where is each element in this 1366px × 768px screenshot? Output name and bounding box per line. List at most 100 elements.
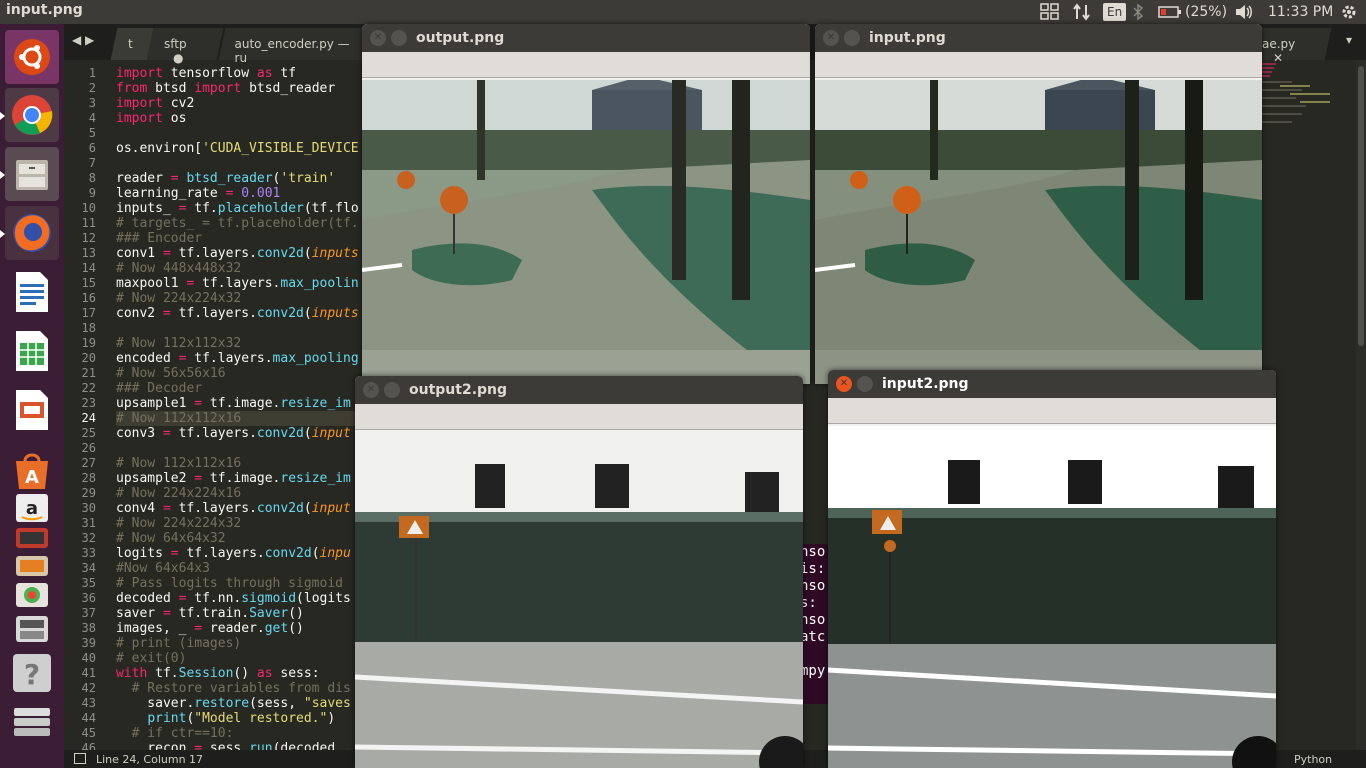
volume-icon[interactable] xyxy=(1234,3,1254,21)
help-icon[interactable]: ? xyxy=(5,648,59,698)
close-window-icon[interactable]: ✕ xyxy=(363,382,379,398)
window-titlebar[interactable]: ✕ input.png xyxy=(815,24,1262,52)
code-line[interactable]: inputs_ = tf.placeholder(tf.flo xyxy=(116,201,359,216)
code-token: = xyxy=(162,246,171,261)
settings-gear-icon[interactable] xyxy=(1340,3,1358,21)
code-line[interactable]: print("Model restored.") xyxy=(116,711,335,726)
code-token: with xyxy=(116,666,148,681)
tab-auto-encoder[interactable]: auto_encoder.py — ru xyxy=(218,28,376,65)
workspace-switcher-icon[interactable] xyxy=(1040,3,1060,21)
code-line[interactable]: learning_rate = 0.001 xyxy=(116,186,280,201)
ubuntu-dash-icon[interactable] xyxy=(5,30,59,84)
code-token: inpu xyxy=(319,546,351,561)
chrome-icon[interactable] xyxy=(0,88,59,142)
code-line[interactable]: from btsd import btsd_reader xyxy=(116,81,335,96)
code-line[interactable]: # Now 448x448x32 xyxy=(116,261,241,276)
line-number: 21 xyxy=(81,366,96,380)
minimize-window-icon[interactable] xyxy=(384,382,400,398)
code-line[interactable]: # Now 224x224x16 xyxy=(116,486,241,501)
app-icon-8[interactable] xyxy=(5,523,59,553)
minimize-window-icon[interactable] xyxy=(391,30,407,46)
code-line[interactable]: conv4 = tf.layers.conv2d(input xyxy=(116,501,351,516)
minimize-window-icon[interactable] xyxy=(844,30,860,46)
code-line[interactable]: decoded = tf.nn.sigmoid(logits xyxy=(116,591,351,606)
code-line[interactable]: images, _ = reader.get() xyxy=(116,621,304,636)
minimize-window-icon[interactable] xyxy=(857,376,873,392)
app-icon-10[interactable] xyxy=(5,579,59,611)
code-line[interactable]: import os xyxy=(116,111,186,126)
code-line[interactable]: saver.restore(sess, "saves xyxy=(116,696,351,711)
software-center-icon[interactable]: A xyxy=(5,442,59,496)
code-line[interactable]: # print (images) xyxy=(116,636,241,651)
window-titlebar[interactable]: ✕ output.png xyxy=(362,24,810,52)
code-token: # print (images) xyxy=(116,636,242,651)
battery-icon[interactable] xyxy=(1158,3,1182,21)
libreoffice-calc-icon[interactable] xyxy=(5,324,59,378)
tab-dropdown-icon[interactable]: ▾ xyxy=(1346,33,1352,47)
output2-png-window[interactable]: ✕ output2.png xyxy=(355,376,803,768)
amazon-icon[interactable]: a xyxy=(5,490,59,526)
scrollbar-thumb[interactable] xyxy=(1358,66,1364,346)
code-line[interactable]: # Now 56x56x16 xyxy=(116,366,226,381)
code-token: conv2d xyxy=(256,426,304,441)
code-line[interactable]: # Restore variables from dis xyxy=(116,681,351,696)
code-line[interactable]: # Now 112x112x16 xyxy=(116,411,366,426)
app-icon-11[interactable] xyxy=(5,612,59,646)
code-line[interactable]: conv3 = tf.layers.conv2d(input xyxy=(116,426,351,441)
code-token: tf.image. xyxy=(202,396,281,411)
window-titlebar[interactable]: ✕ output2.png xyxy=(355,376,803,404)
code-token: = xyxy=(194,621,203,636)
code-line[interactable]: # Pass logits through sigmoid xyxy=(116,576,343,591)
bluetooth-icon[interactable] xyxy=(1132,3,1144,21)
app-icon-13[interactable] xyxy=(5,702,59,742)
libreoffice-writer-icon[interactable] xyxy=(5,265,59,319)
close-window-icon[interactable]: ✕ xyxy=(823,30,839,46)
viewer-toolbar xyxy=(815,52,1262,78)
code-line[interactable]: with tf.Session() as sess: xyxy=(116,666,320,681)
code-line[interactable]: # Now 224x224x32 xyxy=(116,291,241,306)
close-window-icon[interactable]: ✕ xyxy=(370,30,386,46)
tab-sftp[interactable]: sftp● xyxy=(146,28,224,65)
libreoffice-impress-icon[interactable] xyxy=(5,383,59,437)
clock[interactable]: 11:33 PM xyxy=(1268,3,1333,21)
battery-percentage: (25%) xyxy=(1185,4,1228,20)
code-line[interactable]: saver = tf.train.Saver() xyxy=(116,606,304,621)
code-token: tf. xyxy=(186,201,218,216)
code-line[interactable]: import cv2 xyxy=(116,96,194,111)
files-icon[interactable] xyxy=(0,147,59,201)
status-panel-icon[interactable] xyxy=(74,753,86,764)
vertical-scrollbar[interactable] xyxy=(1356,60,1366,750)
code-line[interactable]: # Now 112x112x16 xyxy=(116,456,241,471)
firefox-icon[interactable] xyxy=(0,206,59,260)
code-line[interactable]: logits = tf.layers.conv2d(inpu xyxy=(116,546,351,561)
input2-png-window[interactable]: ✕ input2.png xyxy=(828,370,1276,768)
close-window-icon[interactable]: ✕ xyxy=(836,376,852,392)
code-line[interactable]: ### Encoder xyxy=(116,231,202,246)
code-line[interactable]: reader = btsd_reader('train' xyxy=(116,171,335,186)
code-line[interactable]: os.environ['CUDA_VISIBLE_DEVICE xyxy=(116,141,359,156)
code-token: conv2d xyxy=(264,546,312,561)
code-line[interactable]: # Now 112x112x32 xyxy=(116,336,241,351)
tab-nav-arrows[interactable]: ◀ ▶ xyxy=(72,33,94,47)
code-line[interactable]: conv2 = tf.layers.conv2d(inputs xyxy=(116,306,359,321)
input-png-window[interactable]: ✕ input.png xyxy=(815,24,1262,384)
window-titlebar[interactable]: ✕ input2.png xyxy=(828,370,1276,398)
code-line[interactable]: ### Decoder xyxy=(116,381,202,396)
code-line[interactable]: # exit(0) xyxy=(116,651,186,666)
code-line[interactable]: import tensorflow as tf xyxy=(116,66,296,81)
code-line[interactable]: # Now 224x224x32 xyxy=(116,516,241,531)
app-icon-9[interactable] xyxy=(5,551,59,581)
code-line[interactable]: upsample2 = tf.image.resize_im xyxy=(116,471,351,486)
code-line[interactable]: #Now 64x64x3 xyxy=(116,561,210,576)
output-png-window[interactable]: ✕ output.png xyxy=(362,24,810,384)
code-line[interactable]: # if ctr==10: xyxy=(116,726,234,741)
code-line[interactable]: encoded = tf.layers.max_pooling xyxy=(116,351,359,366)
code-line[interactable]: maxpool1 = tf.layers.max_poolin xyxy=(116,276,359,291)
syntax-selector[interactable]: Python xyxy=(1294,753,1332,766)
code-line[interactable]: upsample1 = tf.image.resize_im xyxy=(116,396,351,411)
code-line[interactable]: # targets_ = tf.placeholder(tf. xyxy=(116,216,359,231)
code-line[interactable]: conv1 = tf.layers.conv2d(inputs xyxy=(116,246,359,261)
network-icon[interactable] xyxy=(1072,3,1092,21)
code-line[interactable]: # Now 64x64x32 xyxy=(116,531,226,546)
keyboard-layout-indicator[interactable]: En xyxy=(1103,3,1127,21)
